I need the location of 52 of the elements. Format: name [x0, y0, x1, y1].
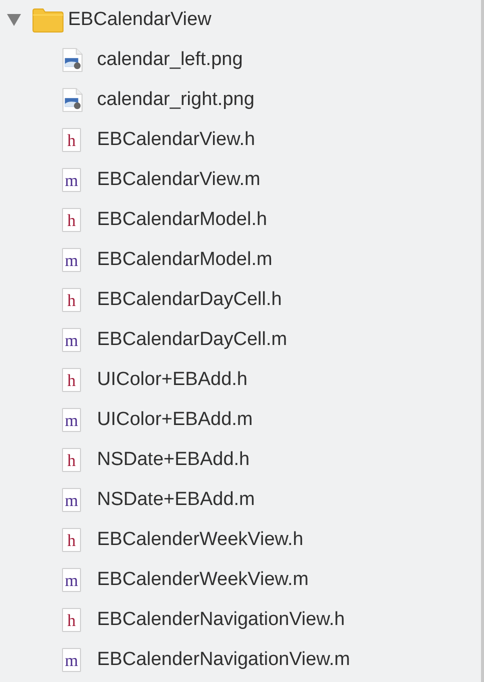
- file-row[interactable]: h EBCalendarModel.h: [0, 200, 481, 240]
- file-row[interactable]: h EBCalendarDayCell.h: [0, 280, 481, 320]
- folder-icon: [32, 7, 64, 33]
- source-file-icon: m: [62, 568, 81, 592]
- source-file-icon: m: [62, 328, 81, 352]
- source-file-icon: m: [62, 648, 81, 672]
- header-file-icon: h: [62, 448, 81, 472]
- header-file-icon: h: [62, 208, 81, 232]
- file-row[interactable]: h EBCalenderNavigationView.h: [0, 600, 481, 640]
- file-row[interactable]: h EBCalenderWeekView.h: [0, 520, 481, 560]
- image-file-icon: [62, 47, 83, 73]
- file-row[interactable]: calendar_right.png: [0, 80, 481, 120]
- file-name: EBCalenderWeekView.m: [97, 569, 309, 591]
- image-file-icon: [62, 87, 83, 113]
- file-row[interactable]: m EBCalendarDayCell.m: [0, 320, 481, 360]
- file-name: NSDate+EBAdd.h: [97, 449, 250, 471]
- file-row[interactable]: h NSDate+EBAdd.h: [0, 440, 481, 480]
- file-name: calendar_right.png: [97, 89, 254, 111]
- header-file-icon: h: [62, 608, 81, 632]
- file-row[interactable]: m NSDate+EBAdd.m: [0, 480, 481, 520]
- file-name: NSDate+EBAdd.m: [97, 489, 255, 511]
- file-name: UIColor+EBAdd.m: [97, 409, 253, 431]
- header-file-icon: h: [62, 128, 81, 152]
- file-row[interactable]: h UIColor+EBAdd.h: [0, 360, 481, 400]
- header-file-icon: h: [62, 368, 81, 392]
- file-name: calendar_left.png: [97, 49, 243, 71]
- source-file-icon: m: [62, 168, 81, 192]
- source-file-icon: m: [62, 488, 81, 512]
- file-row[interactable]: calendar_left.png: [0, 40, 481, 80]
- file-row[interactable]: m UIColor+EBAdd.m: [0, 400, 481, 440]
- source-file-icon: m: [62, 408, 81, 432]
- file-name: EBCalenderWeekView.h: [97, 529, 304, 551]
- file-name: EBCalendarView.h: [97, 129, 256, 151]
- file-name: UIColor+EBAdd.h: [97, 369, 248, 391]
- file-row[interactable]: m EBCalendarModel.m: [0, 240, 481, 280]
- file-row[interactable]: m EBCalenderWeekView.m: [0, 560, 481, 600]
- file-name: EBCalendarDayCell.h: [97, 289, 282, 311]
- file-row[interactable]: h EBCalendarView.h: [0, 120, 481, 160]
- disclosure-triangle-icon[interactable]: [7, 14, 21, 26]
- file-name: EBCalendarModel.m: [97, 249, 272, 271]
- folder-row[interactable]: EBCalendarView: [0, 0, 481, 40]
- folder-name: EBCalendarView: [68, 9, 212, 31]
- header-file-icon: h: [62, 528, 81, 552]
- file-name: EBCalendarView.m: [97, 169, 260, 191]
- header-file-icon: h: [62, 288, 81, 312]
- source-file-icon: m: [62, 248, 81, 272]
- file-row[interactable]: m EBCalenderNavigationView.m: [0, 640, 481, 680]
- file-name: EBCalenderNavigationView.h: [97, 609, 345, 631]
- file-name: EBCalenderNavigationView.m: [97, 649, 350, 671]
- file-name: EBCalendarModel.h: [97, 209, 268, 231]
- file-row[interactable]: m EBCalendarView.m: [0, 160, 481, 200]
- file-name: EBCalendarDayCell.m: [97, 329, 288, 351]
